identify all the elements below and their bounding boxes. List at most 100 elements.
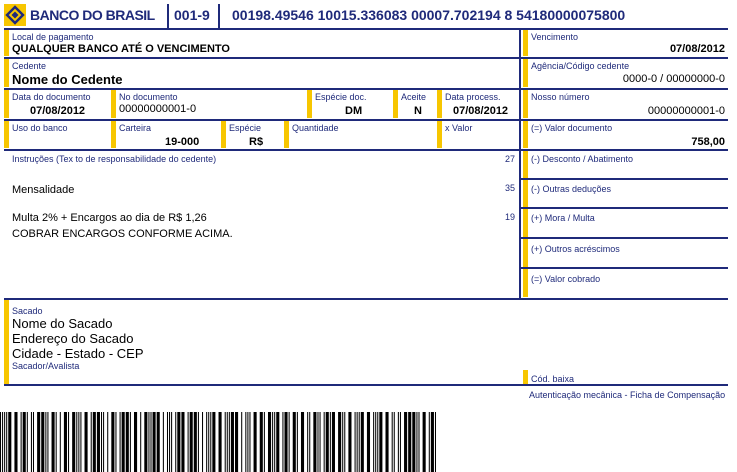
aceite-label: Aceite [401,92,427,102]
valor-documento-value: 758,00 [691,136,725,148]
instrucoes-num-1: 27 [505,154,516,164]
barcode-bar [284,412,288,472]
barcode-bar [171,412,173,472]
barcode-bar [150,412,152,472]
barcode-bar [181,412,185,472]
barcode-bar [224,412,226,472]
barcode-bar [360,412,364,472]
valor-documento-label: (=) Valor documento [531,123,613,133]
especie-value: R$ [249,136,264,148]
barcode-bar [358,412,360,472]
data-process-value: 07/08/2012 [453,105,509,117]
barcode-bar [307,412,309,472]
barcode-bar [354,412,356,472]
barcode-bar [78,412,80,472]
barcode-bar [416,412,418,472]
barcode-bar [144,412,148,472]
barcode-bar [41,412,45,472]
instrucoes-line-1: Mensalidade [12,184,75,196]
barcode-bar [189,412,193,472]
sacador-avalista-label: Sacador/Avalista [12,361,80,371]
data-documento-value: 07/08/2012 [30,105,86,117]
carteira-value: 19-000 [165,136,200,148]
barcode-bar [177,412,181,472]
barcode-bar [96,412,100,472]
barcode-bar [296,412,298,472]
barcode-bar [59,412,61,472]
barcode-bar [26,412,28,472]
barcode-bar [344,412,346,472]
barcode-bar [379,412,383,472]
cedente-label: Cedente [12,61,47,71]
barcode-bar [247,412,249,472]
barcode-bar [218,412,222,472]
especie-doc-value: DM [345,105,363,117]
barcode-bar [32,412,35,472]
barcode-bar [101,412,103,472]
sacado-name: Nome do Sacado [12,316,113,331]
barcode-bar [206,412,208,472]
barcode-bar [45,412,47,472]
barcode-bar [22,412,26,472]
instrucoes-label: Instruções (Tex to de responsabilidade d… [12,154,217,164]
x-valor-label: x Valor [445,123,473,133]
local-pagamento-value: QUALQUER BANCO ATÉ O VENCIMENTO [12,43,230,55]
barcode-bar [338,412,342,472]
barcode-bar [6,412,8,472]
barcode-bar [193,412,197,472]
barcode-bar [259,412,263,472]
barcode-bar [72,412,76,472]
barcode-bar [342,412,344,472]
barcode-bar [115,412,117,472]
desconto-label: (-) Desconto / Abatimento [531,154,634,164]
barcode-bar [152,412,156,472]
bank-name: BANCO DO BRASIL [30,7,155,23]
barcode-bar [37,412,41,472]
barcode-bar [103,412,105,472]
barcode-bar [319,412,321,472]
barcode-bar [404,412,408,472]
sacado-city: Cidade - Estado - CEP [12,346,144,361]
barcode-bar [30,412,32,472]
local-pagamento-label: Local de pagamento [12,32,94,42]
agencia-label: Agência/Código cedente [531,61,630,71]
bank-code: 001-9 [174,7,210,23]
barcode-bar [169,412,171,472]
barcode-bar [92,412,96,472]
uso-banco-label: Uso do banco [12,123,68,133]
cedente-value: Nome do Cedente [12,72,123,87]
barcode-bar [292,412,296,472]
cod-baixa-label: Cód. baixa [531,374,575,384]
sacado-label: Sacado [12,306,43,316]
bank-logo-icon [4,4,26,26]
barcode-bar [134,412,138,472]
barcode-bar [399,412,401,472]
instrucoes-num-3: 19 [505,212,516,222]
barcode-bar [412,412,416,472]
barcode-bar [80,412,82,472]
barcode-bar [253,412,257,472]
barcode-bar [68,412,70,472]
barcode-bar [366,412,371,472]
barcode-bar [356,412,358,472]
barcode-bar [4,412,6,472]
barcode-bar [272,412,274,472]
barcode-bar [373,412,375,472]
barcode-bar [55,412,57,472]
barcode-bar [14,412,18,472]
barcode-bar [111,412,115,472]
digitable-line[interactable]: 00198.49546 10015.336083 00007.702194 8 … [232,7,625,23]
barcode-bar [175,412,177,472]
barcode-bar [408,412,412,472]
barcode-bar [422,412,426,472]
barcode-bar [393,412,395,472]
barcode-bar [317,412,319,472]
barcode-bar [274,412,276,472]
barcode-bar [385,412,389,472]
barcode-bar [267,412,272,472]
autenticacao-label: Autenticação mecânica - Ficha de Compens… [529,390,726,400]
barcode-bar [166,412,169,472]
barcode-bar [230,412,234,472]
barcode-bar [245,412,247,472]
barcode-bar [197,412,199,472]
